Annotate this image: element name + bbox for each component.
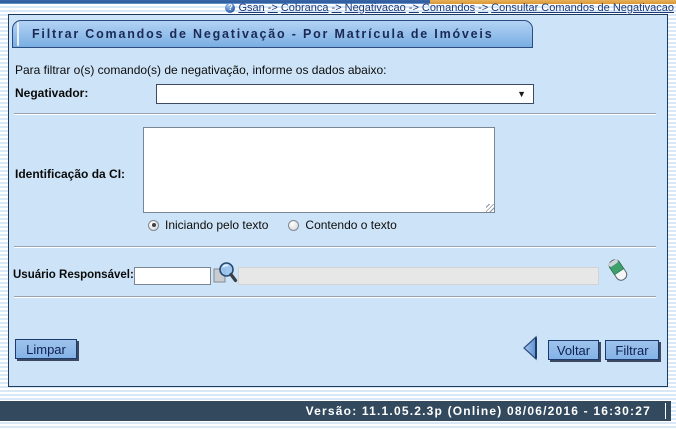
breadcrumb-link-gsan[interactable]: Gsan <box>238 2 264 14</box>
footer-edge-tick <box>665 403 666 419</box>
radio-iniciando-pelo-texto[interactable] <box>148 220 159 231</box>
negativador-select[interactable]: ▼ <box>156 84 534 104</box>
chevron-down-icon: ▼ <box>517 89 526 99</box>
section-divider <box>14 246 656 248</box>
form-instructions: Para filtrar o(s) comando(s) de negativa… <box>15 63 387 77</box>
section-divider <box>14 113 656 115</box>
back-arrow-icon[interactable] <box>521 335 539 361</box>
page-title: Filtrar Comandos de Negativação - Por Ma… <box>12 20 533 48</box>
textarea-resize-handle[interactable] <box>486 204 494 212</box>
eraser-icon[interactable] <box>605 256 631 287</box>
negativador-label: Negativador: <box>15 86 88 100</box>
usuario-responsavel-display <box>238 267 599 285</box>
usuario-responsavel-input[interactable] <box>134 267 211 285</box>
usuario-responsavel-label: Usuário Responsável: <box>13 269 134 281</box>
breadcrumb: ? Gsan -> Cobranca -> Negativacao -> Com… <box>225 1 674 14</box>
version-text: Versão: 11.1.05.2.3p (Online) 08/06/2016… <box>306 404 665 418</box>
breadcrumb-link-comandos[interactable]: Comandos <box>422 2 475 14</box>
text-match-radio-group: Iniciando pelo texto Contendo o texto <box>148 218 411 232</box>
breadcrumb-separator: -> <box>409 2 419 14</box>
breadcrumb-link-negativacao[interactable]: Negativacao <box>345 2 406 14</box>
radio-contendo-label[interactable]: Contendo o texto <box>305 218 396 232</box>
breadcrumb-separator: -> <box>268 2 278 14</box>
limpar-button[interactable]: Limpar <box>15 339 77 359</box>
footer-version-bar: Versão: 11.1.05.2.3p (Online) 08/06/2016… <box>0 401 671 421</box>
breadcrumb-link-consultar-comandos[interactable]: Consultar Comandos de Negativacao <box>491 2 674 14</box>
search-magnifier-icon[interactable] <box>212 260 238 289</box>
filtrar-button[interactable]: Filtrar <box>605 340 659 360</box>
radio-iniciando-label[interactable]: Iniciando pelo texto <box>165 218 268 232</box>
breadcrumb-separator: -> <box>478 2 488 14</box>
radio-contendo-o-texto[interactable] <box>288 220 299 231</box>
breadcrumb-link-cobranca[interactable]: Cobranca <box>281 2 329 14</box>
identificacao-ci-textarea[interactable] <box>143 127 495 213</box>
breadcrumb-separator: -> <box>332 2 342 14</box>
help-icon[interactable]: ? <box>225 3 235 13</box>
identificacao-ci-label: Identificação da CI: <box>15 167 125 181</box>
section-divider <box>14 296 656 298</box>
filter-panel: Filtrar Comandos de Negativação - Por Ma… <box>8 14 668 387</box>
voltar-button[interactable]: Voltar <box>548 340 599 360</box>
